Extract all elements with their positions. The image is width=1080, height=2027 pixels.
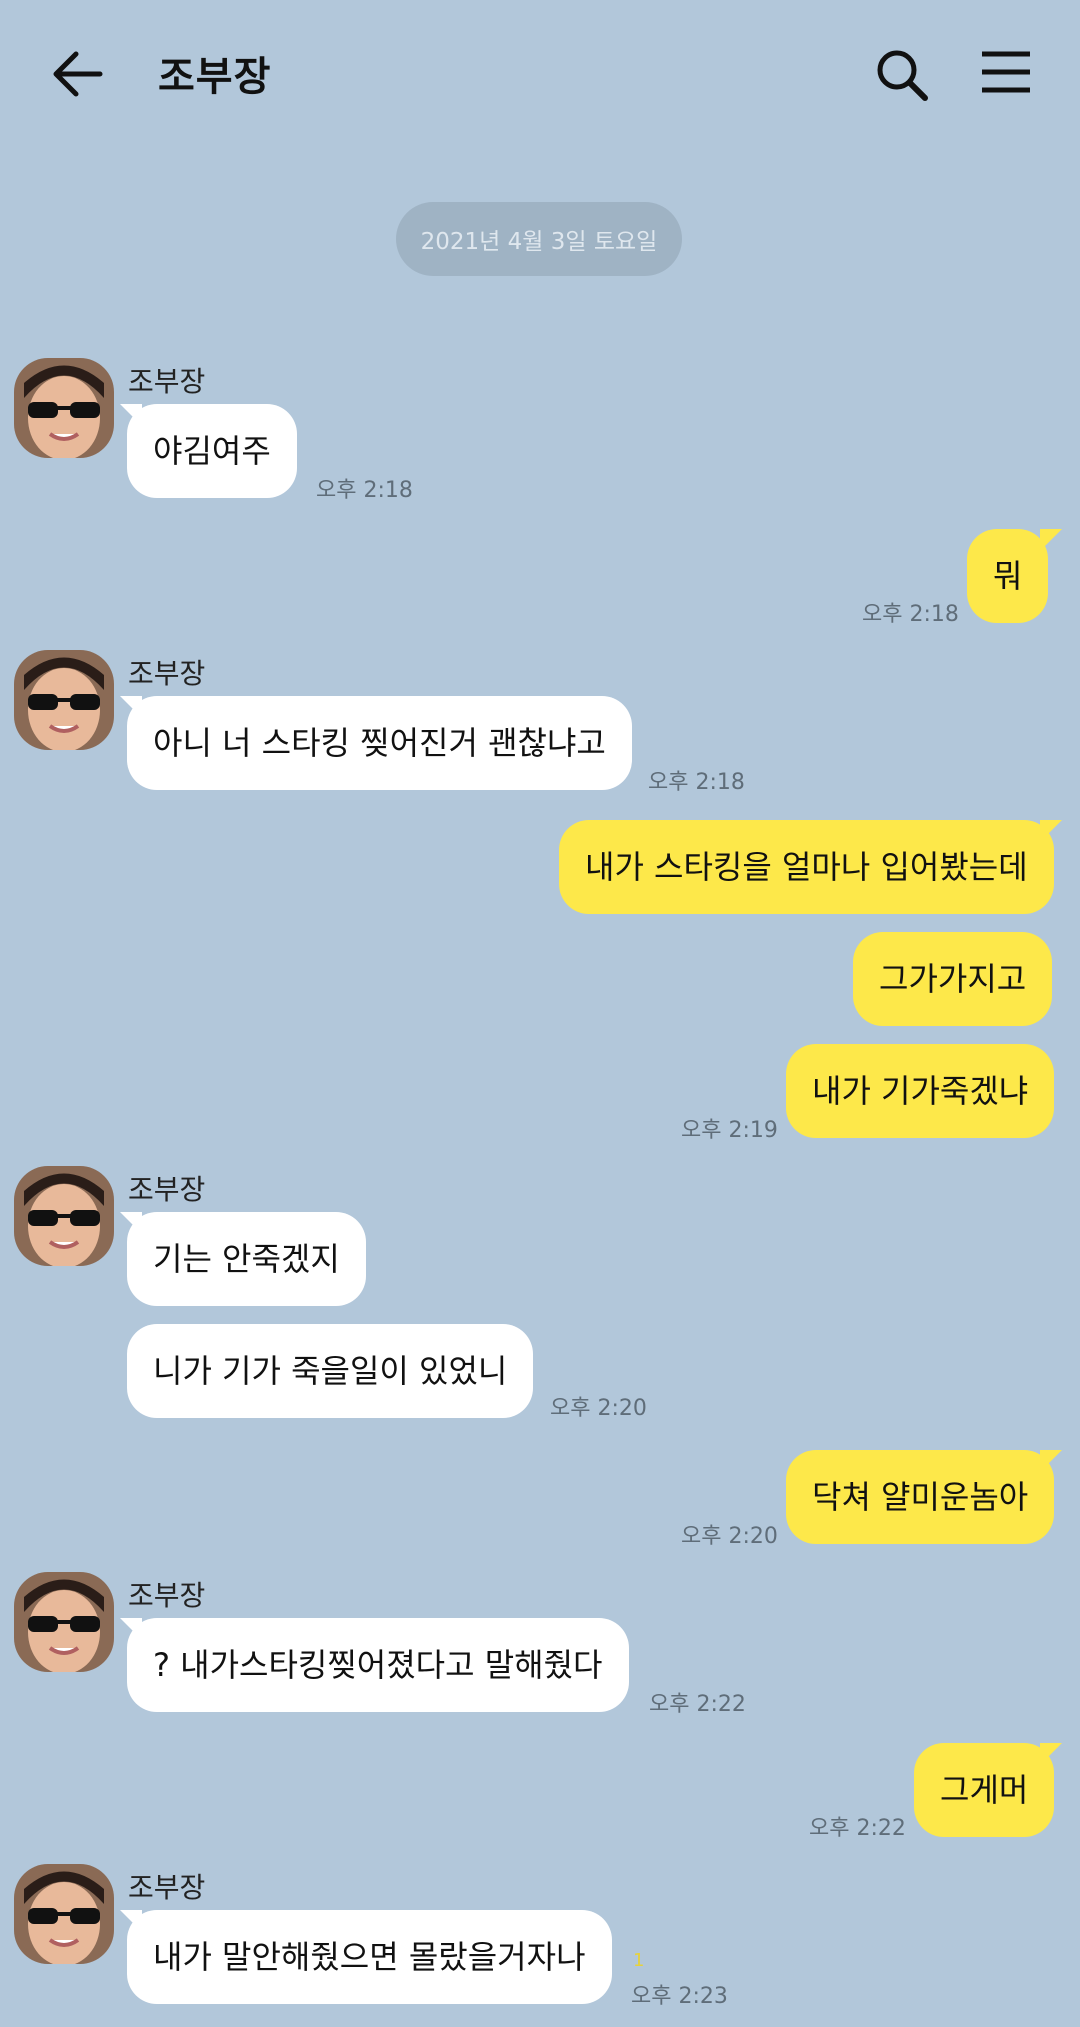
message-time: 오후 2:18 <box>648 770 745 795</box>
message-bubble-incoming[interactable]: 아니 너 스타킹 찢어진거 괜찮냐고 <box>127 696 632 790</box>
message-time: 오후 2:19 <box>681 1118 778 1143</box>
sender-name: 조부장 <box>128 1871 206 1904</box>
profile-photo <box>14 358 114 458</box>
profile-photo <box>14 1572 114 1672</box>
message-bubble-incoming[interactable]: 내가 말안해줬으면 몰랐을거자나 <box>127 1910 612 2004</box>
unread-count: 1 <box>633 1950 645 1971</box>
back-button[interactable] <box>50 48 106 100</box>
sender-name: 조부장 <box>128 657 206 690</box>
bubble-tail <box>1040 1450 1062 1472</box>
message-time: 오후 2:20 <box>550 1396 647 1421</box>
menu-button[interactable] <box>980 50 1032 94</box>
message-time: 오후 2:23 <box>631 1984 728 2009</box>
message-bubble-outgoing[interactable]: 내가 기가죽겠냐 <box>786 1044 1055 1138</box>
avatar[interactable] <box>14 1572 114 1672</box>
avatar[interactable] <box>14 1166 114 1266</box>
arrow-left-icon <box>53 51 103 97</box>
date-divider: 2021년 4월 3일 토요일 <box>396 202 682 276</box>
avatar[interactable] <box>14 1864 114 1964</box>
profile-photo <box>14 650 114 750</box>
bubble-tail <box>1040 529 1062 551</box>
message-bubble-incoming[interactable]: 니가 기가 죽을일이 있었니 <box>127 1324 534 1418</box>
message-bubble-outgoing[interactable]: 내가 스타킹을 얼마나 입어봤는데 <box>559 820 1054 914</box>
message-bubble-outgoing[interactable]: 닥쳐 얄미운놈아 <box>786 1450 1055 1544</box>
avatar[interactable] <box>14 650 114 750</box>
message-bubble-incoming[interactable]: 기는 안죽겠지 <box>127 1212 366 1306</box>
sender-name: 조부장 <box>128 365 206 398</box>
message-time: 오후 2:20 <box>681 1524 778 1549</box>
message-bubble-incoming[interactable]: ? 내가스타킹찢어졌다고 말해줬다 <box>127 1618 629 1712</box>
message-time: 오후 2:18 <box>316 478 413 503</box>
chat-header: 조부장 <box>0 0 1080 150</box>
hamburger-menu-icon <box>982 51 1030 93</box>
message-bubble-outgoing[interactable]: 뭐 <box>967 529 1049 623</box>
message-bubble-outgoing[interactable]: 그게머 <box>914 1743 1055 1837</box>
profile-photo <box>14 1166 114 1266</box>
message-bubble-outgoing[interactable]: 그가가지고 <box>853 932 1053 1026</box>
message-time: 오후 2:22 <box>809 1816 906 1841</box>
bubble-tail <box>1040 820 1062 842</box>
sender-name: 조부장 <box>128 1173 206 1206</box>
message-bubble-incoming[interactable]: 야김여주 <box>127 404 297 498</box>
message-time: 오후 2:18 <box>862 602 959 627</box>
chat-title: 조부장 <box>158 54 272 100</box>
search-icon <box>877 50 928 101</box>
search-button[interactable] <box>875 48 929 102</box>
message-time: 오후 2:22 <box>649 1692 746 1717</box>
bubble-tail <box>1040 1743 1062 1765</box>
avatar[interactable] <box>14 358 114 458</box>
profile-photo <box>14 1864 114 1964</box>
sender-name: 조부장 <box>128 1579 206 1612</box>
